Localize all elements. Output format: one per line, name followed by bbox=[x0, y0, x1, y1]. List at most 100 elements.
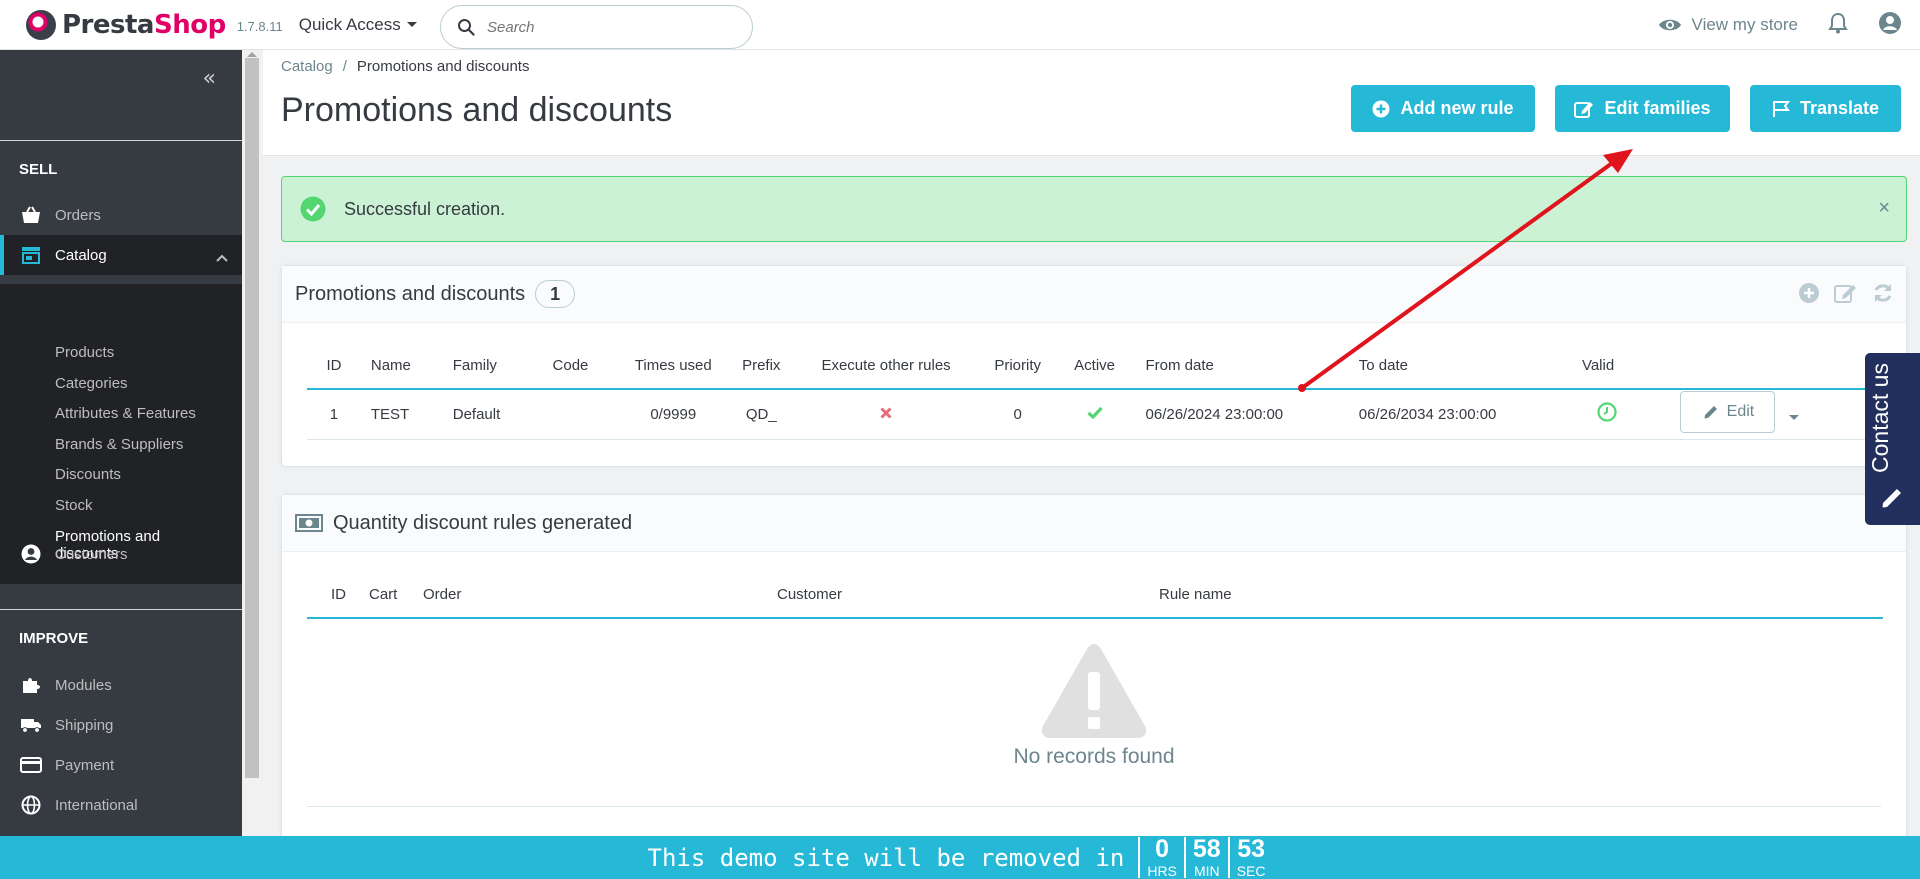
cross-icon[interactable] bbox=[880, 407, 892, 419]
column-header[interactable]: From date bbox=[1135, 343, 1349, 390]
prestashop-logo[interactable]: PrestaShop bbox=[26, 9, 226, 40]
sidebar-item-label: Catalog bbox=[55, 246, 107, 264]
globe-icon bbox=[20, 795, 42, 815]
submenu-item-brands[interactable]: Brands & Suppliers bbox=[55, 436, 183, 453]
column-header[interactable]: ID bbox=[307, 572, 359, 619]
check-circle-icon bbox=[300, 196, 326, 222]
clock-icon bbox=[1597, 402, 1617, 422]
column-header[interactable]: Family bbox=[442, 343, 543, 390]
add-new-rule-button[interactable]: Add new rule bbox=[1351, 85, 1535, 132]
table-header-row: ID Cart Order Customer Rule name bbox=[307, 572, 1883, 619]
column-header[interactable]: Execute other rules bbox=[790, 343, 982, 390]
edit-icon[interactable] bbox=[1834, 282, 1858, 304]
sidebar-item-label: Orders bbox=[55, 206, 101, 224]
notifications-bell-icon[interactable] bbox=[1828, 12, 1848, 39]
empty-state-text: No records found bbox=[1013, 745, 1175, 768]
submenu-item-products[interactable]: Products bbox=[55, 344, 114, 361]
cell-prefix: QD_ bbox=[732, 389, 791, 440]
refresh-icon[interactable] bbox=[1872, 282, 1894, 304]
collapse-sidebar-icon[interactable]: « bbox=[203, 66, 216, 91]
table-header-row: ID Name Family Code Times used Prefix Ex… bbox=[307, 343, 1908, 390]
sidebar-item-catalog[interactable]: Catalog bbox=[0, 235, 242, 275]
countdown-hours: 0 HRS bbox=[1138, 837, 1184, 878]
scroll-up-arrow-icon[interactable] bbox=[247, 52, 257, 57]
cell-valid bbox=[1571, 389, 1670, 440]
puzzle-icon bbox=[20, 675, 42, 695]
checkmark-icon[interactable] bbox=[1087, 406, 1103, 419]
page-header: Catalog / Promotions and discounts Promoti… bbox=[263, 50, 1920, 156]
prestashop-logo-icon bbox=[26, 9, 56, 40]
column-header[interactable]: Code bbox=[542, 343, 615, 390]
row-edit-button[interactable]: Edit bbox=[1679, 390, 1776, 433]
pencil-icon bbox=[1704, 405, 1717, 418]
column-header[interactable]: Customer bbox=[767, 572, 1149, 619]
cell-family: Default bbox=[442, 389, 543, 440]
caret-down-icon bbox=[1789, 414, 1800, 420]
credit-card-icon bbox=[20, 757, 42, 773]
sidebar-item-label: Modules bbox=[55, 676, 112, 694]
demo-notice-text: This demo site will be removed in bbox=[647, 843, 1125, 872]
view-my-store-label: View my store bbox=[1691, 15, 1798, 34]
page-title: Promotions and discounts bbox=[281, 91, 673, 129]
column-header[interactable]: Prefix bbox=[732, 343, 791, 390]
sidebar-item-label: International bbox=[55, 796, 138, 814]
sidebar-item-label: Customers bbox=[55, 545, 128, 563]
edit-families-button[interactable]: Edit families bbox=[1555, 85, 1730, 132]
column-header[interactable]: Valid bbox=[1571, 343, 1670, 390]
search-input[interactable] bbox=[487, 18, 727, 36]
sidebar-item-modules[interactable]: Modules bbox=[0, 665, 242, 705]
sidebar-item-payment[interactable]: Payment bbox=[0, 745, 242, 785]
cell-active bbox=[1053, 389, 1136, 440]
section-title-improve: IMPROVE bbox=[19, 630, 89, 647]
cell-code bbox=[542, 389, 615, 440]
submenu-item-stock[interactable]: Stock bbox=[55, 497, 93, 514]
panel-header: Promotions and discounts 1 bbox=[282, 266, 1906, 323]
row-actions-dropdown-toggle[interactable] bbox=[1775, 396, 1813, 438]
generated-rules-table: ID Cart Order Customer Rule name bbox=[307, 572, 1883, 619]
countdown-timer: 0 HRS 58 MIN 53 SEC bbox=[1138, 837, 1272, 878]
sidebar-item-shipping[interactable]: Shipping bbox=[0, 705, 242, 745]
column-header[interactable]: Order bbox=[413, 572, 767, 619]
close-alert-button[interactable]: × bbox=[1878, 197, 1890, 220]
chevron-up-icon bbox=[216, 249, 228, 266]
submenu-item-discounts[interactable]: Discounts bbox=[55, 466, 121, 483]
column-header[interactable]: Times used bbox=[614, 343, 733, 390]
promotions-table: ID Name Family Code Times used Prefix Ex… bbox=[307, 343, 1908, 440]
promotions-panel: Promotions and discounts 1 ID Name Famil… bbox=[281, 265, 1908, 467]
column-header[interactable]: ID bbox=[307, 343, 361, 390]
column-header[interactable]: Priority bbox=[981, 343, 1054, 390]
column-header[interactable]: Active bbox=[1053, 343, 1136, 390]
translate-button[interactable]: Translate bbox=[1750, 85, 1901, 132]
scrollbar-thumb[interactable] bbox=[245, 58, 259, 778]
breadcrumb-link-catalog[interactable]: Catalog bbox=[281, 58, 333, 75]
submenu-item-categories[interactable]: Categories bbox=[55, 375, 128, 392]
user-account-icon[interactable] bbox=[1878, 11, 1902, 40]
contact-us-tab[interactable]: Contact us bbox=[1865, 353, 1920, 525]
sidebar-item-customers[interactable]: Customers bbox=[0, 534, 242, 574]
demo-countdown-bar: This demo site will be removed in 0 HRS 5… bbox=[0, 836, 1920, 879]
truck-icon bbox=[20, 717, 42, 733]
search-box[interactable] bbox=[440, 5, 753, 49]
panel-title: Promotions and discounts bbox=[295, 282, 526, 305]
column-header[interactable]: To date bbox=[1348, 343, 1572, 390]
submenu-item-attributes[interactable]: Attributes & Features bbox=[55, 405, 196, 422]
version-number: 1.7.8.11 bbox=[236, 19, 283, 34]
eye-icon bbox=[1658, 19, 1681, 31]
column-header[interactable]: Name bbox=[360, 343, 443, 390]
add-icon[interactable] bbox=[1798, 282, 1820, 304]
view-my-store-link[interactable]: View my store bbox=[1658, 15, 1798, 35]
top-header: PrestaShop 1.7.8.11 Quick Access View my… bbox=[0, 0, 1920, 50]
divider bbox=[307, 806, 1881, 807]
flag-icon bbox=[1772, 100, 1790, 117]
cell-from-date: 06/26/2024 23:00:00 bbox=[1135, 389, 1349, 440]
edit-families-label: Edit families bbox=[1604, 98, 1711, 118]
contact-us-label: Contact us bbox=[1867, 363, 1893, 473]
logo-text: PrestaShop bbox=[62, 9, 226, 40]
table-row[interactable]: 1 TEST Default 0/9999 QD_ 0 06/26/2024 2… bbox=[307, 389, 1908, 440]
column-header[interactable]: Cart bbox=[359, 572, 413, 619]
sidebar-item-international[interactable]: International bbox=[0, 785, 242, 825]
column-header[interactable]: Rule name bbox=[1149, 572, 1883, 619]
sidebar-item-orders[interactable]: Orders bbox=[0, 195, 242, 235]
quick-access-dropdown[interactable]: Quick Access bbox=[299, 15, 417, 35]
divider bbox=[0, 609, 242, 610]
